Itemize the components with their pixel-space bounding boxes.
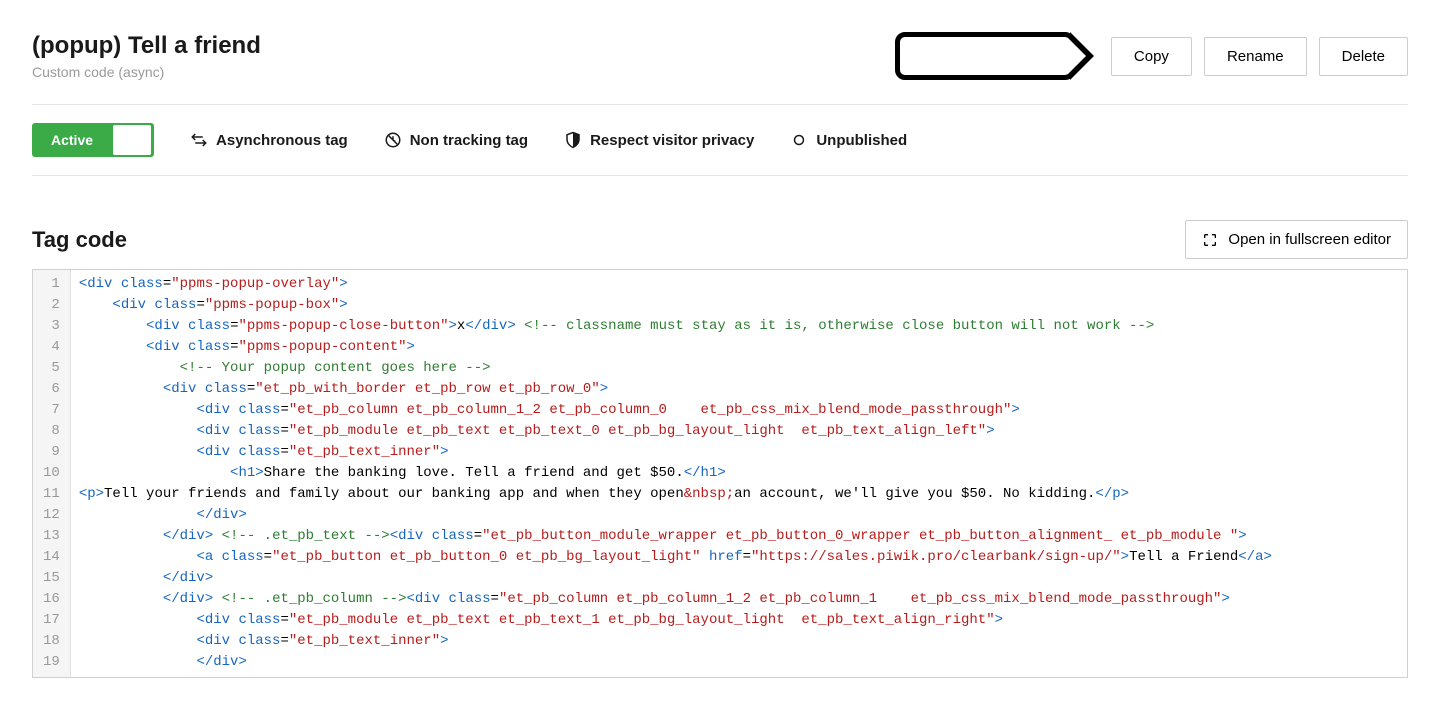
no-tracking-icon [384, 131, 402, 149]
rename-button[interactable]: Rename [1204, 37, 1307, 76]
page-subtitle: Custom code (async) [32, 64, 261, 80]
copy-button[interactable]: Copy [1111, 37, 1192, 76]
annotation-pointer [895, 32, 1075, 80]
shield-icon [564, 131, 582, 149]
delete-button[interactable]: Delete [1319, 37, 1408, 76]
meta-async: Asynchronous tag [190, 131, 348, 149]
code-content[interactable]: <div class="ppms-popup-overlay"> <div cl… [71, 270, 1407, 677]
circle-icon [790, 131, 808, 149]
fullscreen-button[interactable]: Open in fullscreen editor [1185, 220, 1408, 259]
toggle-handle [113, 125, 151, 155]
meta-unpublished: Unpublished [790, 131, 907, 149]
active-label: Active [33, 132, 111, 148]
meta-privacy: Respect visitor privacy [564, 131, 754, 149]
meta-nontracking: Non tracking tag [384, 131, 528, 149]
line-gutter: 12345678910111213141516171819 [33, 270, 71, 677]
section-title: Tag code [32, 227, 127, 253]
expand-icon [1202, 232, 1218, 248]
swap-icon [190, 131, 208, 149]
active-toggle[interactable]: Active [32, 123, 154, 157]
page-title: (popup) Tell a friend [32, 32, 261, 60]
